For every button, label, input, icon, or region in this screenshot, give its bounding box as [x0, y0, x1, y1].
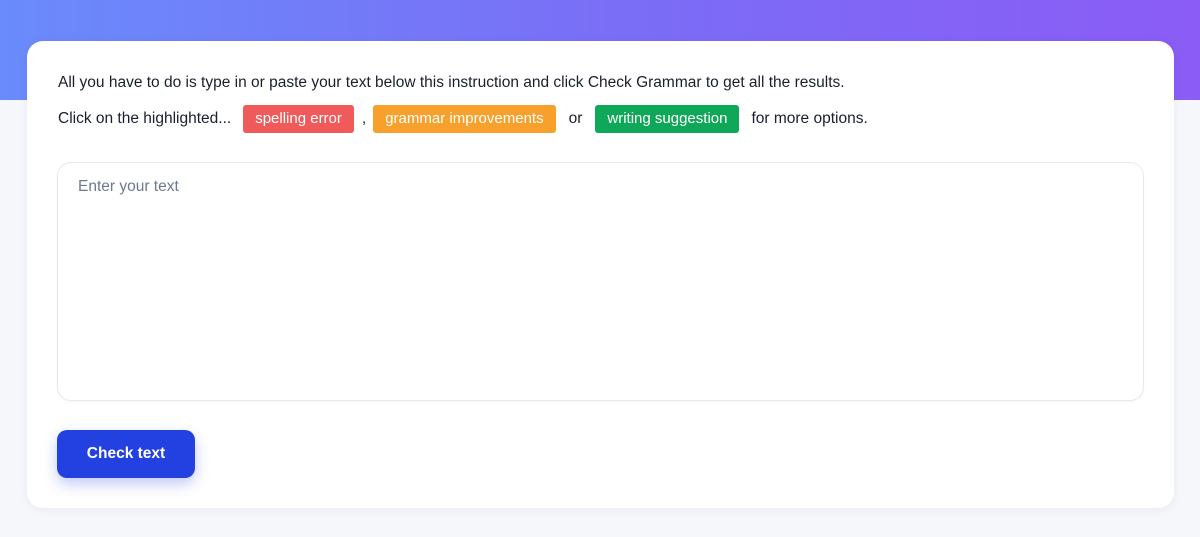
- grammar-improvements-chip: grammar improvements: [373, 105, 556, 133]
- legend-prefix: Click on the highlighted...: [58, 110, 232, 127]
- spelling-error-chip: spelling error: [243, 105, 354, 133]
- grammar-checker-card: All you have to do is type in or paste y…: [27, 41, 1174, 508]
- legend-suffix: for more options.: [751, 110, 868, 127]
- text-input[interactable]: [57, 162, 1144, 401]
- legend-or: or: [568, 110, 583, 127]
- check-text-button[interactable]: Check text: [57, 430, 195, 478]
- highlight-legend: Click on the highlighted... spelling err…: [58, 105, 868, 133]
- legend-comma: ,: [361, 110, 367, 127]
- instruction-text: All you have to do is type in or paste y…: [58, 74, 845, 91]
- writing-suggestion-chip: writing suggestion: [595, 105, 740, 133]
